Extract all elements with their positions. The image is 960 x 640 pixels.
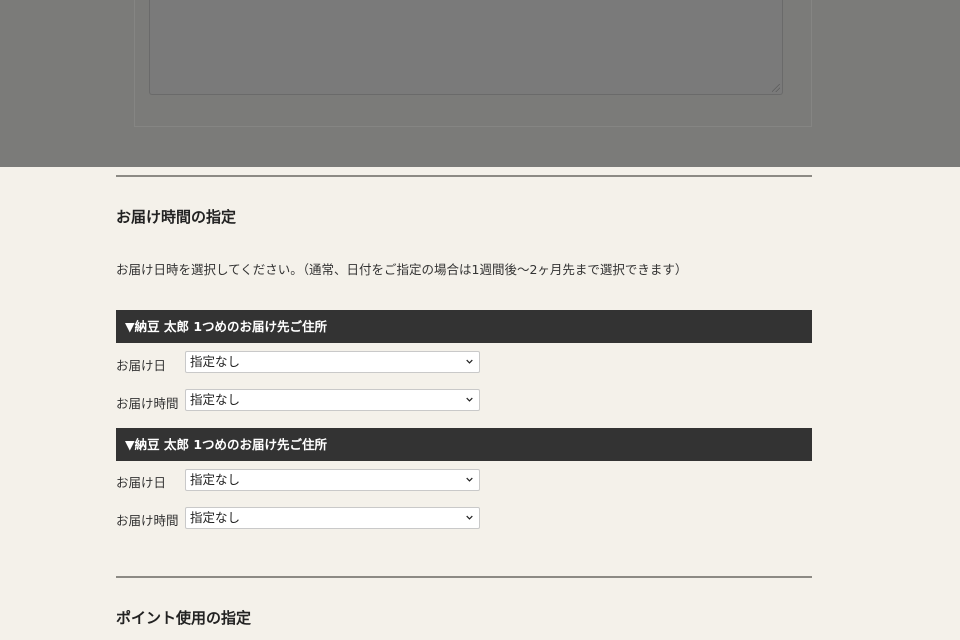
remarks-textarea[interactable] bbox=[149, 0, 783, 95]
address-header-1: ▼納豆 太郎 1つめのお届け先ご住所 bbox=[116, 310, 812, 343]
delivery-time-value-2: 指定なし bbox=[190, 510, 241, 525]
delivery-description: お届け日時を選択してください。（通常、日付をご指定の場合は1週間後～2ヶ月先まで… bbox=[116, 262, 688, 277]
chevron-down-icon bbox=[466, 359, 473, 364]
delivery-date-select-2[interactable]: 指定なし bbox=[185, 469, 480, 491]
modal-overlay bbox=[0, 0, 960, 167]
chevron-down-icon bbox=[466, 397, 473, 402]
delivery-date-select-1[interactable]: 指定なし bbox=[185, 351, 480, 373]
delivery-time-label-1: お届け時間 bbox=[116, 396, 179, 411]
chevron-down-icon bbox=[466, 477, 473, 482]
delivery-time-select-2[interactable]: 指定なし bbox=[185, 507, 480, 529]
address-header-2: ▼納豆 太郎 1つめのお届け先ご住所 bbox=[116, 428, 812, 461]
resize-grip-icon[interactable] bbox=[772, 84, 780, 92]
delivery-date-label-1: お届け日 bbox=[116, 358, 167, 373]
section-divider bbox=[116, 175, 812, 177]
chevron-down-icon bbox=[466, 515, 473, 520]
delivery-date-value-1: 指定なし bbox=[190, 354, 241, 369]
delivery-time-label-2: お届け時間 bbox=[116, 513, 179, 528]
section-divider bbox=[116, 576, 812, 578]
delivery-date-value-2: 指定なし bbox=[190, 472, 241, 487]
delivery-date-label-2: お届け日 bbox=[116, 475, 167, 490]
delivery-time-select-1[interactable]: 指定なし bbox=[185, 389, 480, 411]
points-section-title: ポイント使用の指定 bbox=[116, 609, 252, 627]
delivery-section-title: お届け時間の指定 bbox=[116, 208, 237, 226]
delivery-time-value-1: 指定なし bbox=[190, 392, 241, 407]
